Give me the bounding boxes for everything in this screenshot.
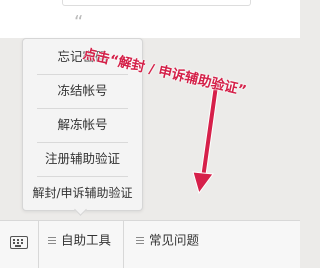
annotation-arrow bbox=[192, 83, 219, 195]
